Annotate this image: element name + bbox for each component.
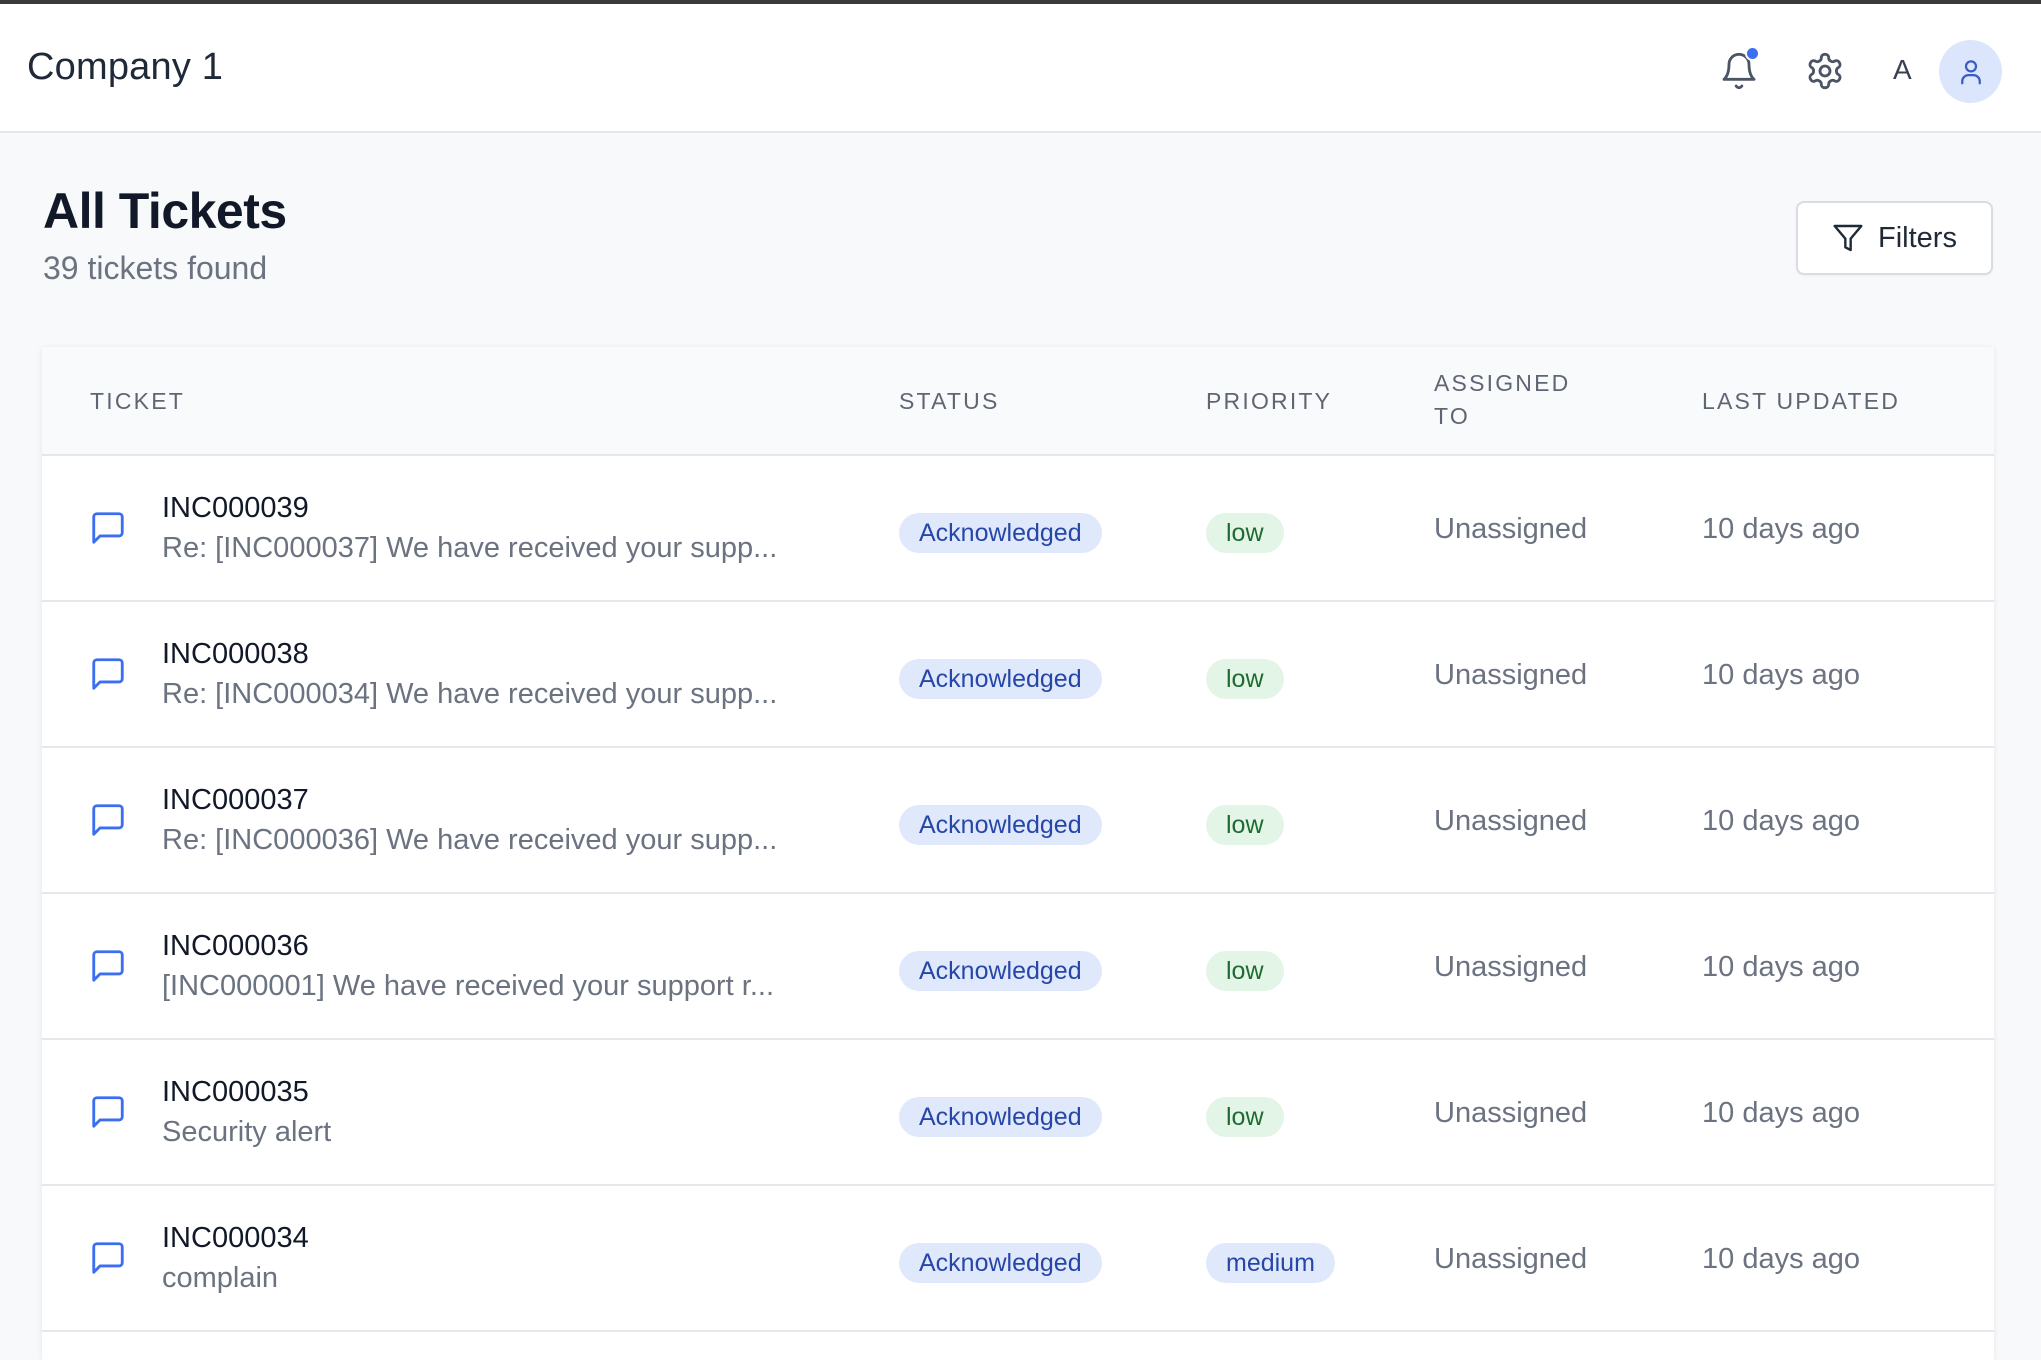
message-icon [92, 804, 124, 836]
ticket-subject: complain [162, 1262, 279, 1294]
assigned-to: Unassigned [1434, 1097, 1588, 1129]
status-badge: Acknowledged [899, 1243, 1102, 1283]
ticket-subject: Re: [INC000036] We have received your su… [162, 824, 778, 856]
tickets-table: TICKET STATUS PRIORITY ASSIGNED TO LAST … [42, 347, 1994, 1360]
message-icon [92, 950, 124, 982]
ticket-id: INC000038 [162, 638, 309, 670]
notifications-button[interactable] [1714, 46, 1764, 96]
status-badge: Acknowledged [899, 1097, 1102, 1137]
user-icon [1960, 59, 1981, 84]
page-title: All Tickets [43, 183, 287, 239]
company-name: Company 1 [27, 46, 224, 88]
ticket-count: 39 tickets found [43, 250, 268, 286]
priority-badge: low [1206, 513, 1284, 553]
ticket-subject: Re: [INC000034] We have received your su… [162, 678, 778, 710]
column-header-assigned-to[interactable]: ASSIGNED TO [1434, 367, 1594, 433]
ticket-id: INC000036 [162, 930, 309, 962]
ticket-subject: Security alert [162, 1116, 332, 1148]
table-row[interactable]: INC000039 Re: [INC000037] We have receiv… [42, 456, 1994, 602]
status-badge: Acknowledged [899, 951, 1102, 991]
filters-button[interactable]: Filters [1796, 201, 1993, 275]
assigned-to: Unassigned [1434, 659, 1588, 691]
assigned-to: Unassigned [1434, 805, 1588, 837]
assigned-to: Unassigned [1434, 513, 1588, 545]
ticket-subject: [INC000001] We have received your suppor… [162, 970, 775, 1002]
table-row[interactable]: INC000037 Re: [INC000036] We have receiv… [42, 748, 1994, 894]
ticket-id: INC000035 [162, 1076, 309, 1108]
filter-icon [1833, 224, 1863, 252]
column-header-ticket[interactable]: TICKET [90, 385, 185, 418]
last-updated: 10 days ago [1702, 1097, 1861, 1129]
priority-badge: low [1206, 659, 1284, 699]
last-updated: 10 days ago [1702, 1243, 1861, 1275]
priority-badge: low [1206, 951, 1284, 991]
table-row[interactable]: INC000038 Re: [INC000034] We have receiv… [42, 602, 1994, 748]
column-header-last-updated[interactable]: LAST UPDATED [1702, 385, 1900, 418]
status-badge: Acknowledged [899, 805, 1102, 845]
message-icon [92, 1242, 124, 1274]
message-icon [92, 1096, 124, 1128]
ticket-subject: Re: [INC000037] We have received your su… [162, 532, 778, 564]
filters-label: Filters [1878, 221, 1957, 254]
ticket-id: INC000039 [162, 492, 309, 524]
status-badge: Acknowledged [899, 659, 1102, 699]
column-header-status[interactable]: STATUS [899, 385, 1000, 418]
last-updated: 10 days ago [1702, 659, 1861, 691]
gear-icon [1808, 52, 1842, 90]
table-header: TICKET STATUS PRIORITY ASSIGNED TO LAST … [42, 347, 1994, 456]
assigned-to: Unassigned [1434, 1243, 1588, 1275]
status-badge: Acknowledged [899, 513, 1102, 553]
last-updated: 10 days ago [1702, 805, 1861, 837]
priority-badge: low [1206, 805, 1284, 845]
ticket-id: INC000037 [162, 784, 309, 816]
message-icon [92, 658, 124, 690]
priority-badge: medium [1206, 1243, 1335, 1283]
assigned-to: Unassigned [1434, 951, 1588, 983]
table-row[interactable]: INC000036 [INC000001] We have received y… [42, 894, 1994, 1040]
settings-button[interactable] [1800, 46, 1850, 96]
last-updated: 10 days ago [1702, 951, 1861, 983]
user-initial: A [1893, 54, 1912, 85]
ticket-id: INC000034 [162, 1222, 309, 1254]
user-avatar-button[interactable] [1939, 40, 2002, 103]
table-row[interactable]: INC000035 Security alert Acknowledged lo… [42, 1040, 1994, 1186]
priority-badge: low [1206, 1097, 1284, 1137]
table-row[interactable]: INC000034 complain Acknowledged medium U… [42, 1186, 1994, 1332]
column-header-priority[interactable]: PRIORITY [1206, 385, 1332, 418]
last-updated: 10 days ago [1702, 513, 1861, 545]
app-header: Company 1 A [0, 4, 2041, 133]
notification-dot [1745, 46, 1760, 61]
message-icon [92, 512, 124, 544]
